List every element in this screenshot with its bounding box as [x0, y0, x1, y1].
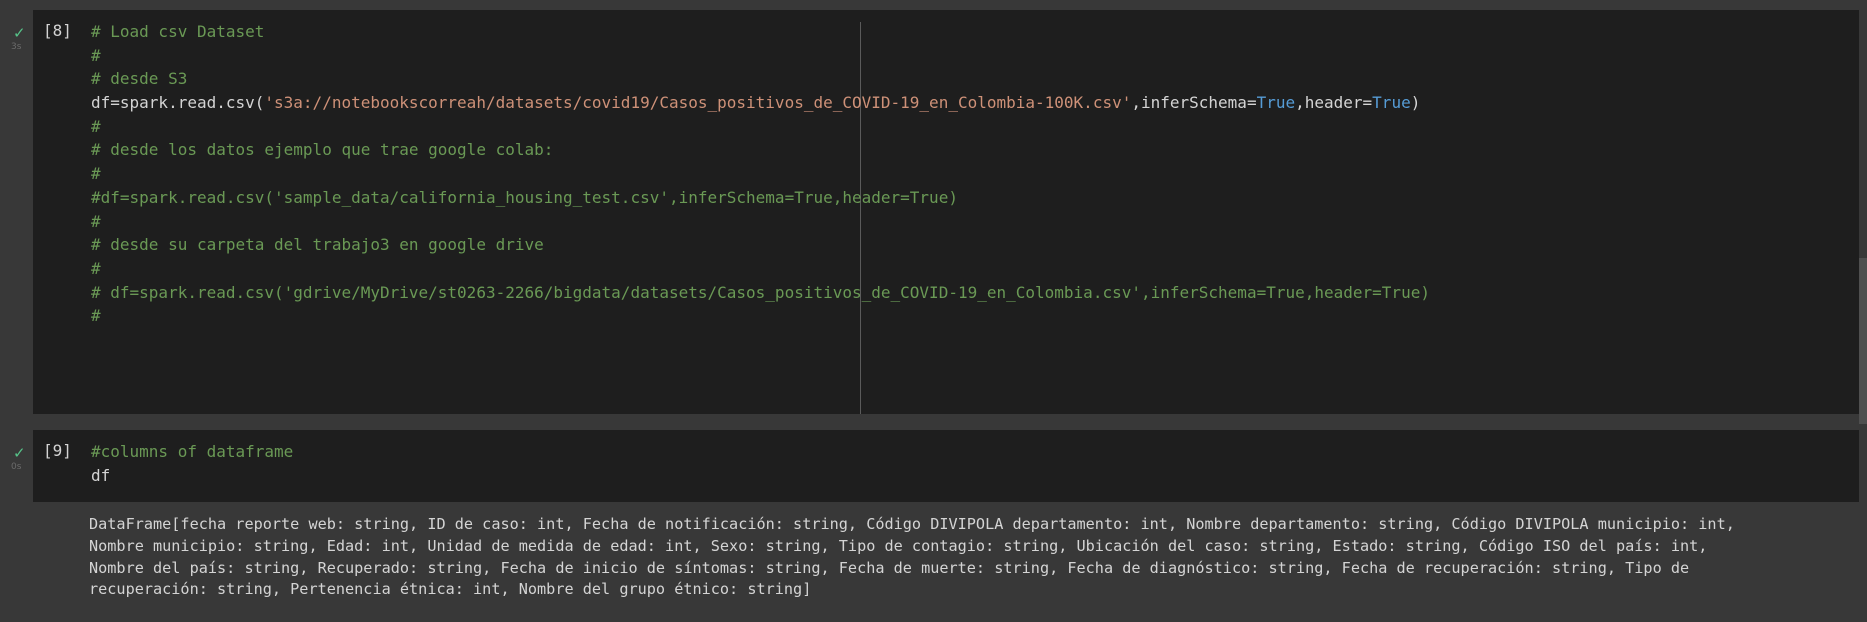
code-token: 's3a://notebookscorreah/datasets/covid19… — [264, 93, 1132, 113]
code-token: # — [91, 258, 101, 278]
code-token: #df=spark.read.csv('sample_data/californ… — [91, 187, 958, 207]
code-line: # desde su carpeta del trabajo3 en googl… — [91, 233, 1430, 257]
code-token: True — [1256, 93, 1296, 113]
cell-gutter: ✓ 3s — [0, 10, 33, 414]
code-token: ,header= — [1295, 93, 1373, 113]
code-token: ) — [1410, 93, 1421, 113]
code-token: # desde los datos ejemplo que trae googl… — [91, 140, 554, 160]
code-line: # Load csv Dataset — [91, 20, 1430, 44]
code-token: # — [91, 211, 101, 231]
execution-count: [8] — [43, 21, 72, 40]
code-token: df=spark.read.csv( — [91, 93, 265, 113]
code-editor[interactable]: #columns of dataframe df — [91, 440, 293, 487]
code-token: #columns of dataframe — [91, 442, 294, 461]
code-line: # — [91, 210, 1430, 234]
output-line: Nombre municipio: string, Edad: int, Uni… — [89, 536, 1708, 555]
code-line: #columns of dataframe — [91, 440, 293, 464]
execution-count: [9] — [43, 441, 72, 460]
code-line: # — [91, 257, 1430, 281]
code-line: #df=spark.read.csv('sample_data/californ… — [91, 186, 1430, 210]
code-token: # df=spark.read.csv('gdrive/MyDrive/st02… — [91, 282, 1430, 302]
code-line: # desde los datos ejemplo que trae googl… — [91, 138, 1430, 162]
code-token: df — [91, 465, 111, 485]
check-icon[interactable]: ✓ — [13, 444, 26, 462]
output-text: DataFrame[fecha reporte web: string, ID … — [89, 514, 1735, 601]
code-token: True — [1372, 93, 1411, 113]
code-line: # — [91, 44, 1430, 68]
scrollbar[interactable] — [1859, 258, 1867, 424]
code-line: df=spark.read.csv('s3a://notebookscorrea… — [91, 91, 1430, 115]
check-icon[interactable]: ✓ — [13, 24, 26, 42]
code-line: # — [91, 115, 1430, 139]
code-line: # — [91, 304, 1430, 328]
cell-output: DataFrame[fecha reporte web: string, ID … — [33, 502, 1867, 622]
code-line: # — [91, 162, 1430, 186]
cell-gutter: ✓ 0s — [0, 430, 33, 502]
execution-time: 3s — [11, 42, 22, 52]
code-token: # desde S3 — [91, 69, 188, 89]
code-cell[interactable]: [8] # Load csv Dataset # # desde S3 df=spar… — [33, 10, 1859, 414]
code-token: # — [91, 164, 101, 184]
code-editor[interactable]: # Load csv Dataset # # desde S3 df=spark.re… — [91, 20, 1430, 328]
code-cell[interactable]: [9] #columns of dataframe df — [33, 430, 1859, 502]
code-token: # desde su carpeta del trabajo3 en googl… — [91, 235, 544, 255]
code-line: # desde S3 — [91, 67, 1430, 91]
code-token: # — [91, 306, 101, 326]
output-line: recuperación: string, Pertenencia étnica… — [89, 580, 812, 599]
execution-time: 0s — [11, 462, 22, 472]
code-token: # — [91, 116, 101, 136]
code-line: df — [91, 464, 293, 488]
code-token: # Load csv Dataset — [91, 22, 265, 41]
output-line: DataFrame[fecha reporte web: string, ID … — [89, 515, 1735, 533]
code-token: # — [91, 45, 101, 65]
output-line: Nombre del país: string, Recuperado: str… — [89, 558, 1690, 577]
code-line: # df=spark.read.csv('gdrive/MyDrive/st02… — [91, 281, 1430, 305]
code-token: ,inferSchema= — [1131, 93, 1257, 113]
